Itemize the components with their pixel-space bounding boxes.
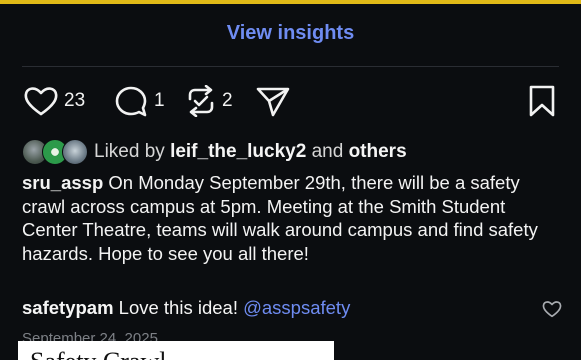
overlay-title: Safety Crawl (30, 347, 166, 360)
repost-action[interactable]: 2 (186, 85, 233, 117)
liker-avatars (22, 139, 90, 165)
comment-mention[interactable]: @asspsafety (243, 297, 350, 318)
divider (22, 66, 559, 67)
comment-username[interactable]: safetypam (22, 297, 114, 318)
heart-icon[interactable] (24, 85, 58, 117)
liked-by-and: and (311, 141, 344, 162)
post-username[interactable]: sru_assp (22, 172, 103, 193)
share-action[interactable] (255, 85, 291, 117)
like-count: 23 (64, 90, 86, 111)
liked-by-prefix: Liked by (94, 141, 165, 162)
liked-by-user[interactable]: leif_the_lucky2 (170, 141, 306, 163)
repost-icon[interactable] (186, 85, 216, 117)
overlay-image-card: Safety Crawl (18, 341, 334, 360)
comment-row: safetypam Love this idea! @asspsafety (22, 296, 562, 320)
like-action[interactable]: 23 (24, 85, 85, 117)
post-actions-bar: 23 1 2 (24, 85, 558, 119)
bookmark-icon[interactable] (528, 85, 556, 117)
comment-text: Love this idea! (118, 297, 238, 318)
comment-like-heart-icon[interactable] (542, 300, 562, 318)
send-icon[interactable] (255, 85, 291, 117)
save-action[interactable] (528, 85, 556, 117)
repost-count: 2 (222, 90, 233, 111)
comment-icon[interactable] (114, 85, 148, 117)
liked-by-row[interactable]: Liked by leif_the_lucky2 and others (22, 139, 407, 165)
view-insights-link[interactable]: View insights (0, 22, 581, 45)
liked-by-others[interactable]: others (349, 141, 407, 163)
comment-action[interactable]: 1 (114, 85, 165, 117)
comment-count: 1 (154, 90, 165, 111)
top-yellow-bar (0, 0, 581, 4)
avatar (62, 139, 88, 165)
post-caption: sru_assp On Monday September 29th, there… (22, 171, 542, 265)
